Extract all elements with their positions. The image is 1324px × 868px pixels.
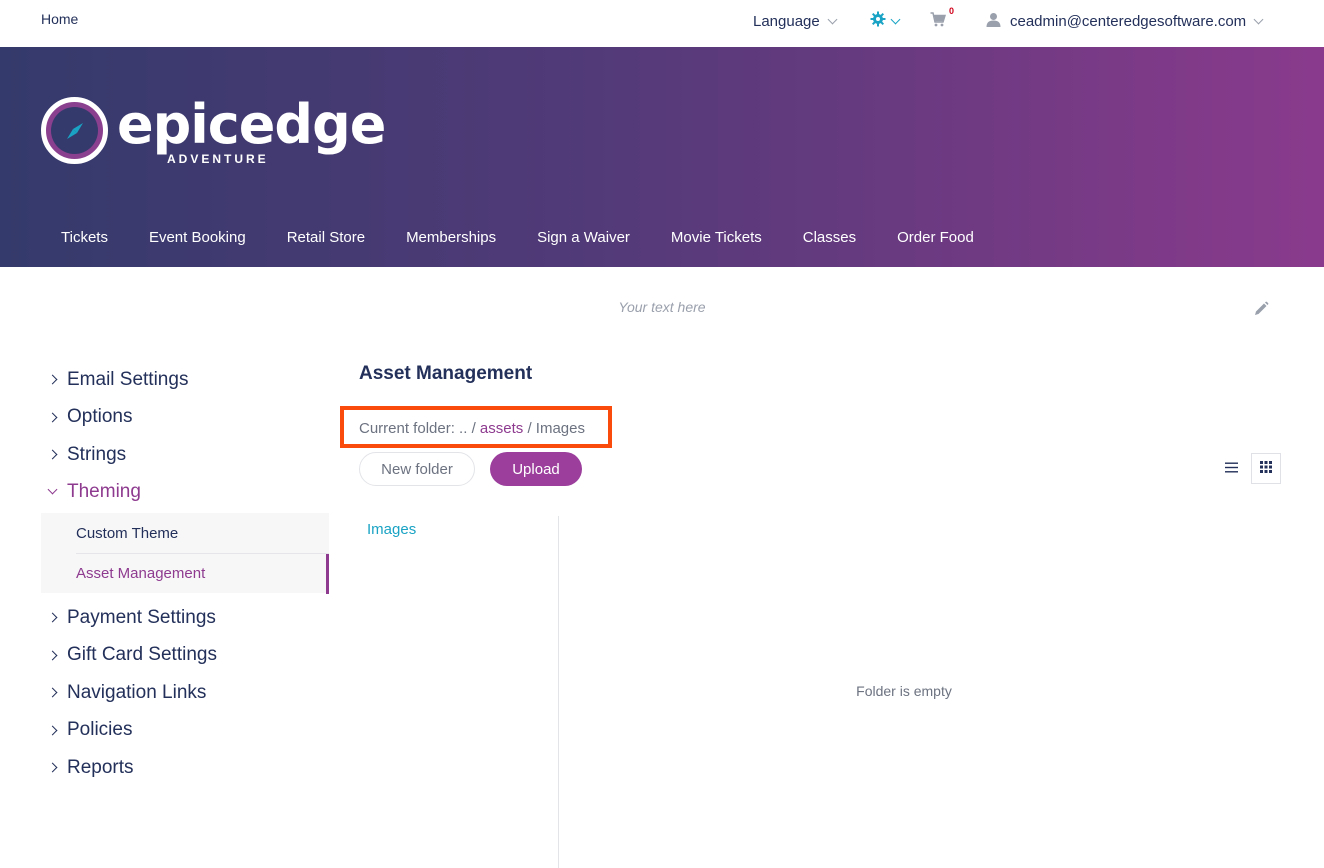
sidebar-item-reports[interactable]: Reports (41, 749, 329, 787)
chevron-down-icon (890, 14, 901, 24)
top-bar: Home Language 0 ceadmin@centeredgesoftwa… (0, 0, 1324, 47)
settings-dropdown[interactable] (870, 10, 901, 32)
user-menu[interactable]: ceadmin@centeredgesoftware.com (986, 10, 1264, 32)
sidebar-item-label: Theming (67, 481, 141, 503)
sidebar-item-options[interactable]: Options (41, 399, 329, 437)
sidebar-item-policies[interactable]: Policies (41, 712, 329, 750)
brand-subtitle: ADVENTURE (167, 151, 269, 166)
breadcrumb-current: Images (535, 420, 585, 437)
chevron-right-icon (47, 725, 58, 736)
sidebar-item-navigation-links[interactable]: Navigation Links (41, 674, 329, 712)
nav-sign-a-waiver[interactable]: Sign a Waiver (537, 229, 630, 246)
cart-icon (930, 11, 947, 31)
sidebar-item-strings[interactable]: Strings (41, 436, 329, 474)
brand-wordmark: epicedge (117, 92, 386, 156)
brand-logo[interactable]: epicedge ADVENTURE (41, 92, 386, 166)
gear-icon (870, 11, 886, 31)
nav-tickets[interactable]: Tickets (61, 229, 108, 246)
chevron-right-icon (47, 687, 58, 698)
grid-view-icon (1260, 460, 1272, 478)
settings-sidebar: Email Settings Options Strings Theming C… (41, 361, 329, 787)
chevron-right-icon (47, 612, 58, 623)
chevron-right-icon (47, 650, 58, 661)
empty-folder-message: Folder is empty (856, 683, 952, 699)
sidebar-item-label: Policies (67, 719, 133, 741)
new-folder-button[interactable]: New folder (359, 452, 475, 486)
sidebar-item-label: Email Settings (67, 368, 189, 390)
sidebar-subitem-custom-theme[interactable]: Custom Theme (41, 513, 329, 553)
nav-classes[interactable]: Classes (803, 229, 856, 246)
sidebar-item-email-settings[interactable]: Email Settings (41, 361, 329, 399)
nav-retail-store[interactable]: Retail Store (287, 229, 365, 246)
language-label: Language (753, 12, 820, 30)
sidebar-item-theming[interactable]: Theming (41, 474, 329, 512)
chevron-down-icon (827, 14, 838, 24)
hero-banner: epicedge ADVENTURE Tickets Event Booking… (0, 47, 1324, 267)
sidebar-subitem-asset-management[interactable]: Asset Management (76, 553, 329, 594)
page-title: Asset Management (359, 363, 533, 384)
user-email: ceadmin@centeredgesoftware.com (1010, 12, 1247, 30)
sidebar-item-label: Gift Card Settings (67, 644, 217, 666)
list-view-button[interactable] (1217, 454, 1245, 484)
sidebar-item-label: Navigation Links (67, 681, 207, 703)
folder-tree: Images (359, 516, 559, 868)
sidebar-item-label: Reports (67, 756, 134, 778)
chevron-right-icon (47, 762, 58, 773)
theming-submenu: Custom Theme Asset Management (41, 513, 329, 594)
cart-button[interactable]: 0 (930, 6, 954, 32)
pencil-icon[interactable] (1253, 301, 1269, 322)
sidebar-item-payment-settings[interactable]: Payment Settings (41, 599, 329, 637)
language-dropdown[interactable]: Language (753, 10, 838, 32)
nav-memberships[interactable]: Memberships (406, 229, 496, 246)
compass-logo-icon (41, 97, 108, 164)
breadcrumb: Current folder: .. / assets / Images (359, 420, 585, 437)
nav-movie-tickets[interactable]: Movie Tickets (671, 229, 762, 246)
grid-view-button[interactable] (1251, 453, 1281, 484)
sidebar-item-label: Payment Settings (67, 606, 216, 628)
sidebar-item-label: Options (67, 406, 133, 428)
home-link[interactable]: Home (41, 11, 78, 27)
sidebar-item-label: Strings (67, 443, 127, 465)
nav-event-booking[interactable]: Event Booking (149, 229, 246, 246)
breadcrumb-separator: / (527, 420, 532, 437)
chevron-right-icon (47, 412, 58, 423)
chevron-down-icon (1253, 14, 1264, 24)
upload-button[interactable]: Upload (490, 452, 582, 486)
sidebar-item-gift-card-settings[interactable]: Gift Card Settings (41, 637, 329, 675)
main-nav: Tickets Event Booking Retail Store Membe… (61, 229, 1015, 246)
list-view-icon (1224, 460, 1238, 478)
user-icon (986, 12, 1001, 31)
breadcrumb-prefix[interactable]: Current folder: .. (359, 420, 467, 437)
breadcrumb-separator: / (471, 420, 476, 437)
cart-count-badge: 0 (949, 6, 955, 16)
announcement-text: Your text here (618, 299, 706, 315)
chevron-right-icon (47, 449, 58, 460)
folder-tree-item-images[interactable]: Images (367, 521, 416, 538)
chevron-right-icon (47, 374, 58, 385)
breadcrumb-assets-link[interactable]: assets (480, 420, 523, 437)
nav-order-food[interactable]: Order Food (897, 229, 974, 246)
chevron-down-icon (47, 484, 58, 495)
